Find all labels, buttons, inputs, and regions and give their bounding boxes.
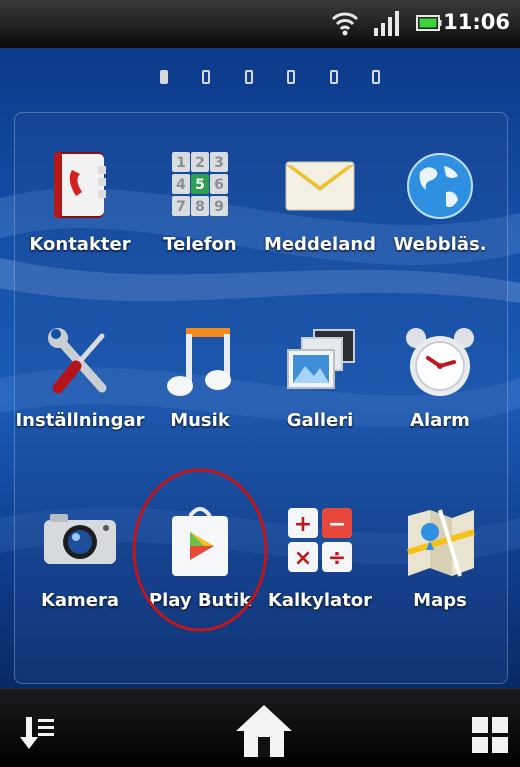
highlight-circle: [132, 468, 268, 632]
app-kalkylator[interactable]: + − × ÷ Kalkylator: [260, 502, 380, 632]
bottom-dock: [0, 688, 520, 767]
sort-down-icon[interactable]: [18, 715, 58, 755]
app-kamera[interactable]: Kamera: [20, 502, 140, 632]
page-dot[interactable]: [244, 70, 253, 84]
globe-icon: [407, 153, 473, 219]
svg-text:9: 9: [214, 199, 224, 215]
app-label: Musik: [170, 410, 230, 431]
app-label: Maps: [413, 590, 467, 611]
battery-icon: [416, 15, 442, 31]
svg-text:−: −: [328, 512, 346, 537]
app-label: Meddeland: [263, 234, 377, 255]
wrench-screwdriver-icon: [48, 328, 107, 394]
svg-text:7: 7: [176, 199, 186, 215]
app-telefon[interactable]: 1 2 3 4 5 6 7 8 9 Telefon: [140, 146, 260, 276]
svg-text:5: 5: [195, 177, 205, 193]
page-indicator: [160, 70, 380, 86]
wifi-icon: [331, 12, 359, 36]
page-dot[interactable]: [202, 70, 211, 84]
alarm-clock-icon: [406, 328, 474, 396]
page-dot[interactable]: [371, 70, 380, 84]
app-label: Webbläs.: [393, 234, 487, 255]
app-installningar[interactable]: Inställningar: [15, 322, 145, 452]
svg-text:1: 1: [176, 155, 186, 171]
svg-text:2: 2: [195, 155, 205, 171]
camera-icon: [44, 514, 116, 564]
svg-text:4: 4: [176, 177, 186, 193]
envelope-icon: [285, 161, 355, 211]
app-label: Kontakter: [29, 234, 131, 255]
svg-text:×: ×: [294, 546, 312, 571]
page-dot[interactable]: [287, 70, 296, 84]
music-note-icon: [167, 328, 231, 396]
home-screen: 11:06 Kontakter 1 2 3 4 5 6 7 8 9 Telefo…: [0, 0, 520, 767]
clock: 11:06: [443, 10, 510, 34]
svg-text:÷: ÷: [328, 546, 346, 571]
status-bar: 11:06: [0, 0, 520, 48]
contacts-icon: [54, 152, 106, 218]
gallery-icon: [287, 329, 355, 389]
page-dot[interactable]: [160, 70, 168, 84]
app-label: Telefon: [163, 234, 237, 255]
app-label: Kamera: [40, 590, 120, 611]
svg-text:6: 6: [214, 177, 224, 193]
svg-text:8: 8: [195, 199, 205, 215]
app-alarm[interactable]: Alarm: [380, 322, 500, 452]
app-musik[interactable]: Musik: [140, 322, 260, 452]
app-meddelanden[interactable]: Meddeland: [260, 146, 380, 276]
app-webblasare[interactable]: Webbläs.: [380, 146, 500, 276]
phone-keypad-icon: 1 2 3 4 5 6 7 8 9: [172, 152, 228, 216]
app-label: Kalkylator: [267, 590, 373, 611]
calculator-icon: + − × ÷: [288, 508, 352, 572]
page-dot[interactable]: [329, 70, 338, 84]
app-label: Galleri: [286, 410, 354, 431]
app-kontakter[interactable]: Kontakter: [20, 146, 140, 276]
app-label: Inställningar: [15, 410, 145, 431]
app-maps[interactable]: Maps: [380, 502, 500, 632]
app-label: Alarm: [410, 410, 470, 431]
svg-text:+: +: [294, 512, 312, 537]
home-icon[interactable]: [232, 701, 296, 759]
svg-text:3: 3: [214, 155, 224, 171]
app-grid-icon[interactable]: [472, 717, 508, 753]
map-icon: [407, 509, 475, 577]
signal-icon: [374, 11, 399, 36]
app-galleri[interactable]: Galleri: [260, 322, 380, 452]
